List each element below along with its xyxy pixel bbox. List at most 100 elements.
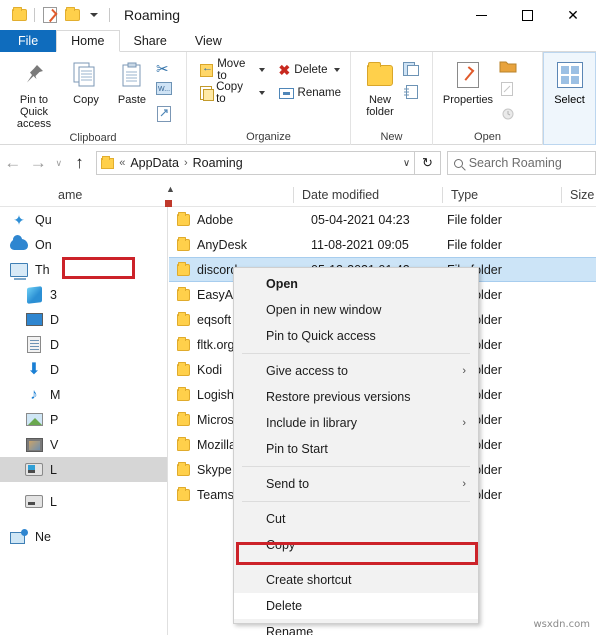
menu-item-cut[interactable]: Cut xyxy=(234,506,478,532)
recent-locations-button[interactable]: ∨ xyxy=(51,150,67,176)
nav-item-desktop[interactable]: D xyxy=(0,307,167,332)
menu-item-send-to[interactable]: Send to › xyxy=(234,471,478,497)
documents-icon xyxy=(24,336,44,354)
breadcrumb-separator: › xyxy=(183,157,188,169)
menu-item-include-in-library[interactable]: Include in library › xyxy=(234,410,478,436)
nav-label: Ne xyxy=(35,529,51,544)
new-folder-icon[interactable] xyxy=(61,4,83,26)
menu-item-delete[interactable]: Delete xyxy=(234,593,478,619)
properties-icon[interactable] xyxy=(39,4,61,26)
copy-to-label: Copy to xyxy=(216,81,243,105)
column-header-size[interactable]: Size xyxy=(562,183,596,207)
forward-button[interactable]: → xyxy=(26,150,52,176)
address-dropdown-icon[interactable]: ∨ xyxy=(403,158,410,169)
breadcrumb-overflow-icon[interactable]: « xyxy=(119,157,125,169)
address-input[interactable]: « AppData › Roaming ∨ xyxy=(96,151,416,175)
pin-label-line2: access xyxy=(16,118,52,130)
back-button[interactable]: ← xyxy=(0,150,26,176)
nav-item-documents[interactable]: D xyxy=(0,332,167,357)
maximize-button[interactable] xyxy=(504,0,550,30)
chevron-right-icon: › xyxy=(462,478,466,490)
new-folder-button[interactable]: New folder xyxy=(359,56,401,118)
chevron-right-icon: › xyxy=(462,365,466,377)
easy-access-button[interactable] xyxy=(403,85,422,100)
nav-item-onedrive[interactable]: On xyxy=(0,232,167,257)
nav-item-downloads[interactable]: ⬇ D xyxy=(0,357,167,382)
properties-label: Properties xyxy=(442,94,494,106)
folder-icon xyxy=(173,311,193,326)
cut-scissors-icon: ✂ xyxy=(156,61,169,78)
breadcrumb-roaming[interactable]: Roaming xyxy=(193,156,243,170)
nav-item-3d-objects[interactable]: 3 xyxy=(0,282,167,307)
rename-ribbon-button[interactable]: Rename xyxy=(276,83,344,103)
nav-item-local-disk-c[interactable]: L xyxy=(0,457,167,482)
copy-button[interactable]: Copy xyxy=(64,56,108,106)
open-small-icons xyxy=(499,56,519,126)
menu-item-open-in-new-window[interactable]: Open in new window xyxy=(234,297,478,323)
folder-icon xyxy=(173,336,193,351)
new-item-button[interactable] xyxy=(403,62,422,77)
move-to-button[interactable]: Move to xyxy=(197,58,268,82)
nav-item-local-disk-d[interactable]: L xyxy=(0,489,167,514)
open-with-button[interactable] xyxy=(499,59,519,78)
history-button[interactable] xyxy=(499,105,519,126)
tab-home[interactable]: Home xyxy=(56,30,120,52)
red-square-marker xyxy=(165,200,172,207)
copy-to-button[interactable]: Copy to xyxy=(197,81,268,105)
menu-item-rename[interactable]: Rename xyxy=(234,619,478,635)
menu-item-open[interactable]: Open xyxy=(234,271,478,297)
menu-item-copy[interactable]: Copy xyxy=(234,532,478,558)
minimize-button[interactable] xyxy=(458,0,504,30)
divider xyxy=(34,8,35,22)
quick-access-star-icon: ✦ xyxy=(13,211,25,228)
context-menu[interactable]: Open Open in new window Pin to Quick acc… xyxy=(233,267,479,635)
nav-item-pictures[interactable]: P xyxy=(0,407,167,432)
menu-item-create-shortcut[interactable]: Create shortcut xyxy=(234,567,478,593)
menu-item-give-access-to[interactable]: Give access to › xyxy=(234,358,478,384)
properties-button[interactable]: Properties xyxy=(439,56,497,107)
refresh-button[interactable]: ↻ xyxy=(415,151,441,175)
select-button[interactable]: Select xyxy=(543,52,596,145)
menu-item-restore-previous-versions[interactable]: Restore previous versions xyxy=(234,384,478,410)
up-button[interactable]: ↑ xyxy=(67,150,93,176)
folder-icon xyxy=(173,436,193,451)
nav-label: Th xyxy=(35,262,50,277)
search-input[interactable]: Search Roaming xyxy=(446,151,596,175)
nav-item-quick-access[interactable]: ✦ Qu xyxy=(0,207,167,232)
menu-separator xyxy=(242,353,470,354)
copy-label: Copy xyxy=(73,94,99,106)
table-row[interactable]: Adobe 05-04-2021 04:23 File folder xyxy=(169,207,596,232)
ribbon-group-clipboard: Pin to Quick access Copy Paste ✂ W... Cl… xyxy=(0,52,186,145)
nav-item-music[interactable]: ♪ M xyxy=(0,382,167,407)
tab-share[interactable]: Share xyxy=(120,30,181,52)
folder-icon xyxy=(173,361,193,376)
paste-shortcut-button[interactable] xyxy=(156,105,172,128)
customize-caret-icon[interactable] xyxy=(83,4,105,26)
nav-item-network[interactable]: Ne xyxy=(0,524,167,549)
breadcrumb-appdata[interactable]: AppData xyxy=(130,156,179,170)
pin-to-quick-access-button[interactable]: Pin to Quick access xyxy=(6,56,62,130)
copy-path-button[interactable]: W... xyxy=(156,82,172,100)
quick-access-toolbar xyxy=(0,0,114,30)
edit-button[interactable] xyxy=(499,81,519,102)
column-header-date-modified[interactable]: Date modified xyxy=(294,183,442,207)
cut-button[interactable]: ✂ xyxy=(156,62,172,77)
new-small-icons xyxy=(403,56,422,100)
table-row[interactable]: AnyDesk 11-08-2021 09:05 File folder xyxy=(169,232,596,257)
nav-item-this-pc[interactable]: Th xyxy=(0,257,167,282)
tab-view[interactable]: View xyxy=(181,30,236,52)
nav-item-videos[interactable]: V xyxy=(0,432,167,457)
menu-item-pin-to-start[interactable]: Pin to Start xyxy=(234,436,478,462)
paste-button[interactable]: Paste xyxy=(110,56,154,106)
column-headers: ame ▲ Date modified Type Size xyxy=(0,183,596,207)
delete-ribbon-button[interactable]: ✖ Delete xyxy=(276,60,344,80)
column-header-type[interactable]: Type xyxy=(443,183,565,207)
close-button[interactable]: ✕ xyxy=(550,0,596,30)
menu-label: Include in library xyxy=(266,416,358,430)
window-folder-icon xyxy=(8,4,30,26)
nav-label: D xyxy=(50,337,60,352)
menu-item-pin-to-quick-access[interactable]: Pin to Quick access xyxy=(234,323,478,349)
tab-file[interactable]: File xyxy=(0,30,57,52)
chevron-down-icon xyxy=(258,68,265,72)
navigation-pane[interactable]: ✦ Qu On Th 3 D D ⬇ D ♪ M P V L L Ne xyxy=(0,207,168,635)
